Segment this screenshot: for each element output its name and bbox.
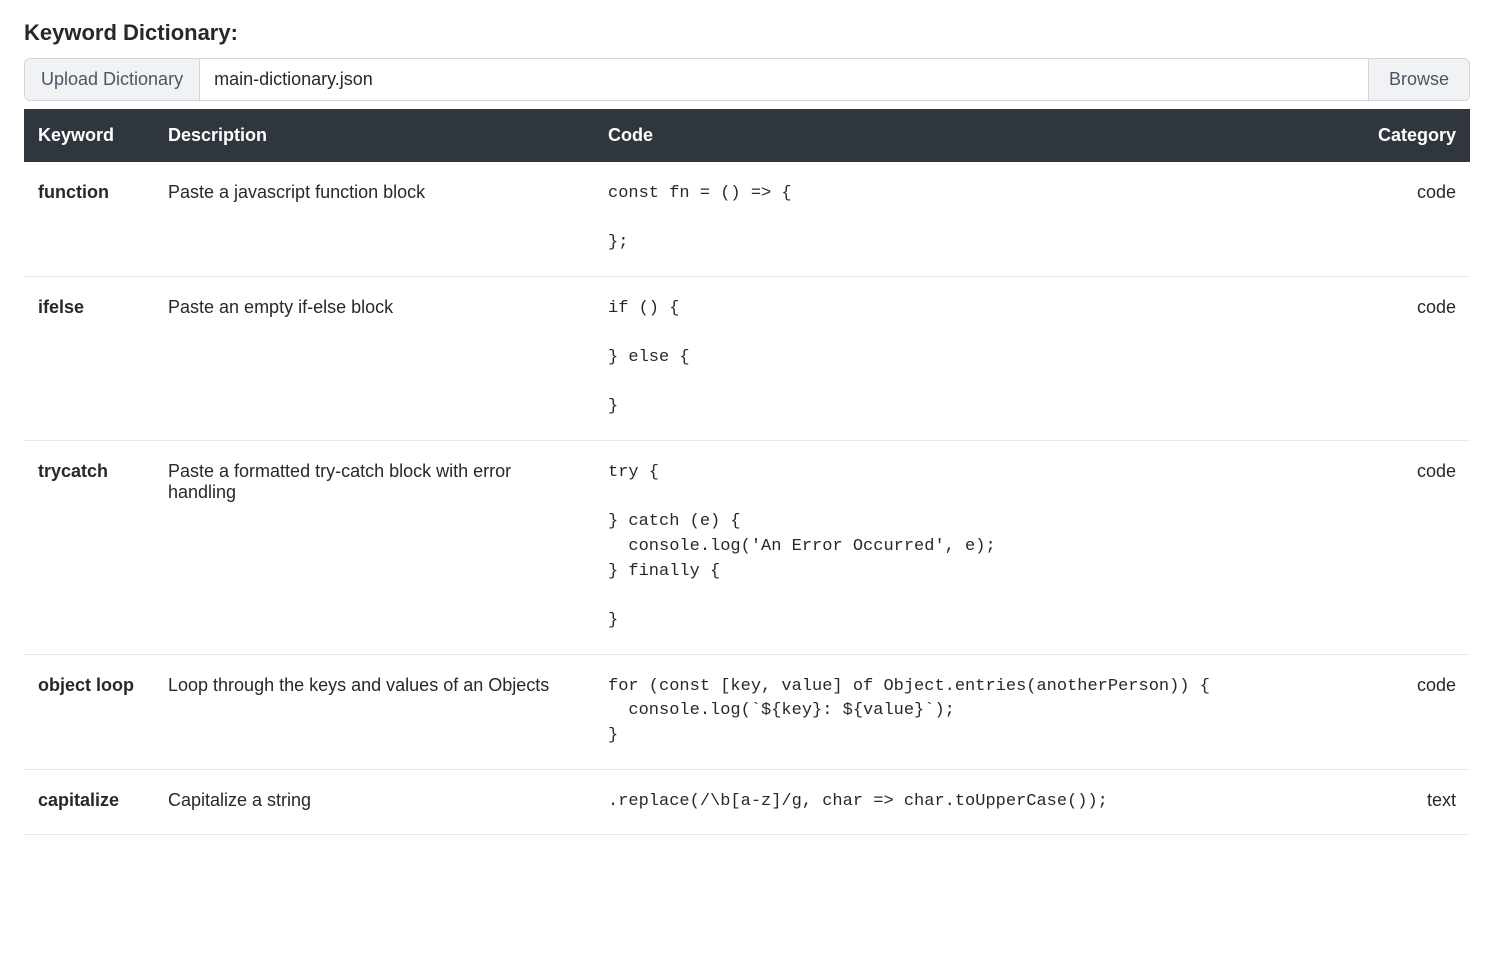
upload-dictionary-group: Upload Dictionary Browse — [24, 58, 1470, 101]
dictionary-table: Keyword Description Code Category functi… — [24, 109, 1470, 835]
keyword-cell: capitalize — [24, 769, 154, 835]
description-cell: Paste a javascript function block — [154, 162, 594, 276]
table-row: capitalizeCapitalize a string.replace(/\… — [24, 769, 1470, 835]
upload-label: Upload Dictionary — [25, 59, 200, 100]
keyword-cell: ifelse — [24, 276, 154, 440]
table-row: functionPaste a javascript function bloc… — [24, 162, 1470, 276]
description-cell: Paste a formatted try-catch block with e… — [154, 441, 594, 654]
category-cell: code — [1360, 162, 1470, 276]
browse-button[interactable]: Browse — [1368, 59, 1469, 100]
description-cell: Capitalize a string — [154, 769, 594, 835]
col-header-keyword: Keyword — [24, 109, 154, 162]
category-cell: code — [1360, 654, 1470, 769]
code-cell: for (const [key, value] of Object.entrie… — [594, 654, 1360, 769]
code-cell: .replace(/\b[a-z]/g, char => char.toUppe… — [594, 769, 1360, 835]
code-cell: const fn = () => { }; — [594, 162, 1360, 276]
table-header-row: Keyword Description Code Category — [24, 109, 1470, 162]
code-cell: if () { } else { } — [594, 276, 1360, 440]
table-row: object loopLoop through the keys and val… — [24, 654, 1470, 769]
description-cell: Paste an empty if-else block — [154, 276, 594, 440]
category-cell: code — [1360, 441, 1470, 654]
keyword-cell: object loop — [24, 654, 154, 769]
description-cell: Loop through the keys and values of an O… — [154, 654, 594, 769]
category-cell: code — [1360, 276, 1470, 440]
keyword-cell: trycatch — [24, 441, 154, 654]
table-row: trycatchPaste a formatted try-catch bloc… — [24, 441, 1470, 654]
col-header-description: Description — [154, 109, 594, 162]
upload-filename-input[interactable] — [200, 59, 1368, 100]
table-row: ifelsePaste an empty if-else blockif () … — [24, 276, 1470, 440]
page-title: Keyword Dictionary: — [24, 20, 1470, 46]
col-header-category: Category — [1360, 109, 1470, 162]
code-cell: try { } catch (e) { console.log('An Erro… — [594, 441, 1360, 654]
keyword-cell: function — [24, 162, 154, 276]
category-cell: text — [1360, 769, 1470, 835]
col-header-code: Code — [594, 109, 1360, 162]
